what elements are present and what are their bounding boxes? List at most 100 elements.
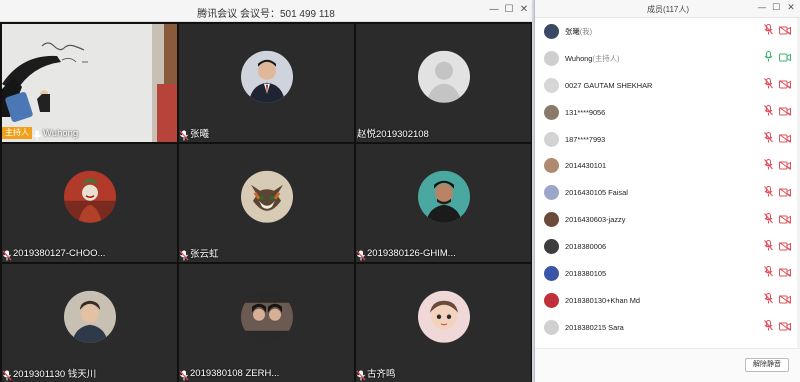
maximize-button[interactable]: ☐ xyxy=(502,3,516,17)
member-status-icons xyxy=(764,76,791,94)
camera-off-icon[interactable] xyxy=(779,76,791,94)
tile-name-bar: 2019301130 钱天川 xyxy=(2,366,96,380)
members-close-button[interactable]: ✕ xyxy=(784,1,798,15)
video-tile[interactable]: 赵悦2019302108 xyxy=(356,24,531,142)
member-avatar xyxy=(544,292,559,308)
member-avatar xyxy=(544,212,559,228)
participant-name: 2019301130 钱天川 xyxy=(13,369,97,380)
member-row[interactable]: 2014430101 xyxy=(535,152,800,179)
member-status-icons xyxy=(764,130,791,148)
muted-microphone-icon[interactable] xyxy=(764,130,773,148)
video-tile[interactable]: 2019301130 钱天川 xyxy=(2,264,177,382)
camera-off-icon[interactable] xyxy=(779,130,791,148)
muted-microphone-icon xyxy=(2,368,12,380)
member-row[interactable]: 2018380105 xyxy=(535,260,800,287)
member-avatar xyxy=(544,265,559,281)
participant-avatar xyxy=(417,170,470,223)
muted-microphone-icon xyxy=(356,368,366,380)
tile-name-bar: 2019380108 ZERH... xyxy=(179,366,279,380)
video-tile[interactable]: 2019380108 ZERH... xyxy=(179,264,354,382)
member-avatar xyxy=(544,319,559,335)
muted-microphone-icon[interactable] xyxy=(764,318,773,336)
member-row[interactable]: 2016430105 Faisal xyxy=(535,179,800,206)
member-avatar xyxy=(544,158,559,174)
muted-microphone-icon[interactable] xyxy=(764,22,773,40)
participant-name: Wuhong xyxy=(43,127,79,139)
participant-name: 2019380126-GHIM... xyxy=(367,247,456,259)
tile-name-bar: 主持人 Wuhong xyxy=(2,126,78,140)
member-status-icons xyxy=(764,103,791,121)
tile-name-bar: 张曦 xyxy=(179,126,209,140)
muted-microphone-icon[interactable] xyxy=(764,157,773,175)
member-row[interactable]: Wuhong(主持人) xyxy=(535,45,800,72)
member-row[interactable]: 2016430603-jazzy xyxy=(535,206,800,233)
video-tile[interactable]: 古齐鸣 xyxy=(356,264,531,382)
camera-off-icon[interactable] xyxy=(779,157,791,175)
member-avatar xyxy=(544,104,559,120)
muted-microphone-icon[interactable] xyxy=(764,76,773,94)
member-row[interactable]: 131****9056 xyxy=(535,99,800,126)
member-name-text: 0027 GAUTAM SHEKHAR xyxy=(565,80,653,90)
camera-off-icon[interactable] xyxy=(779,211,791,229)
member-avatar xyxy=(544,77,559,93)
video-tile-host[interactable]: 主持人 Wuhong xyxy=(2,24,177,142)
muted-microphone-icon[interactable] xyxy=(764,238,773,256)
members-maximize-button[interactable]: ☐ xyxy=(769,1,783,15)
camera-off-icon[interactable] xyxy=(779,238,791,256)
camera-off-icon[interactable] xyxy=(779,184,791,202)
participant-avatar xyxy=(63,170,116,223)
member-name-text: 2018380006 xyxy=(565,242,607,252)
unmute-all-button[interactable]: 解除静音 xyxy=(745,358,789,372)
member-avatar xyxy=(544,50,559,66)
participant-avatar xyxy=(63,290,116,343)
muted-microphone-icon[interactable] xyxy=(764,264,773,282)
members-footer: 解除静音 xyxy=(535,348,800,382)
microphone-icon[interactable] xyxy=(764,49,773,67)
host-video-feed xyxy=(2,24,177,142)
camera-off-icon[interactable] xyxy=(779,318,791,336)
members-panel: 成员(117人) — ☐ ✕ 张曦(我) Wuhong(主持人) 0027 GAUT… xyxy=(534,0,800,382)
participant-avatar xyxy=(240,290,293,343)
member-status-icons xyxy=(764,211,791,229)
member-row[interactable]: 2018380215 Sara xyxy=(535,314,800,341)
camera-off-icon[interactable] xyxy=(779,264,791,282)
member-status-icons xyxy=(764,318,791,336)
member-name-text: Wuhong xyxy=(565,53,593,63)
meeting-titlebar: 腾讯会议 会议号：501 499 118 — ☐ ✕ xyxy=(0,0,532,22)
camera-off-icon[interactable] xyxy=(779,103,791,121)
participant-name: 2019380108 ZERH... xyxy=(190,367,280,379)
members-minimize-button[interactable]: — xyxy=(755,1,769,15)
camera-off-icon[interactable] xyxy=(779,22,791,40)
camera-off-icon[interactable] xyxy=(779,291,791,309)
video-tile[interactable]: 张曦 xyxy=(179,24,354,142)
member-row[interactable]: 2018380130+Khan Md xyxy=(535,287,800,314)
member-status-icons xyxy=(764,291,791,309)
member-avatar xyxy=(544,239,559,255)
muted-microphone-icon xyxy=(2,248,12,260)
member-role-suffix: (主持人) xyxy=(592,53,620,63)
muted-microphone-icon xyxy=(179,248,189,260)
video-tile[interactable]: 2019380126-GHIM... xyxy=(356,144,531,262)
member-status-icons xyxy=(764,157,791,175)
close-button[interactable]: ✕ xyxy=(517,3,531,17)
member-row[interactable]: 张曦(我) xyxy=(535,18,800,45)
muted-microphone-icon xyxy=(179,368,189,380)
muted-microphone-icon[interactable] xyxy=(764,211,773,229)
tile-name-bar: 张云虹 xyxy=(179,246,219,260)
muted-microphone-icon[interactable] xyxy=(764,291,773,309)
member-row[interactable]: 187****7993 xyxy=(535,126,800,153)
video-tile[interactable]: 张云虹 xyxy=(179,144,354,262)
video-tile[interactable]: 2019380127-CHOO... xyxy=(2,144,177,262)
camera-icon[interactable] xyxy=(779,49,791,67)
member-row[interactable]: 0027 GAUTAM SHEKHAR xyxy=(535,72,800,99)
meeting-title: 腾讯会议 会议号：501 499 118 xyxy=(197,9,335,20)
muted-microphone-icon[interactable] xyxy=(764,184,773,202)
meeting-window: 腾讯会议 会议号：501 499 118 — ☐ ✕ 主持人 Wuhong 张曦… xyxy=(0,0,532,382)
participant-name: 赵悦2019302108 xyxy=(357,129,429,140)
muted-microphone-icon[interactable] xyxy=(764,103,773,121)
tile-name-bar: 古齐鸣 xyxy=(356,366,396,380)
member-row[interactable]: 2018380006 xyxy=(535,233,800,260)
minimize-button[interactable]: — xyxy=(487,3,501,17)
participant-name: 2019380127-CHOO... xyxy=(13,247,106,259)
member-name-text: 2014430101 xyxy=(565,161,607,171)
